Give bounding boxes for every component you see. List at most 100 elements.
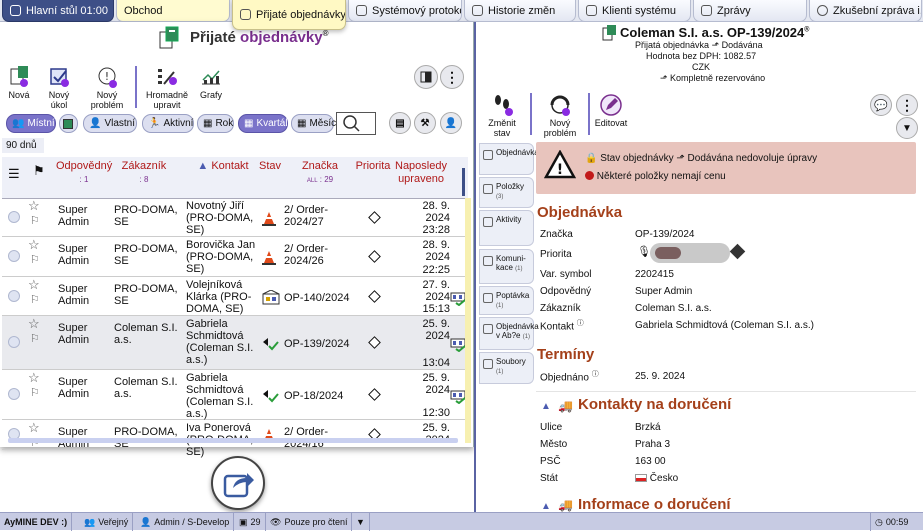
filter-month[interactable]: ▦ Měsíc (291, 114, 336, 133)
search-icon (817, 5, 828, 16)
order-state: Dodávána (721, 40, 763, 50)
table-row[interactable]: ☆ ⚐ Super Admin Coleman S.I. a.s. Gabriela S… (2, 370, 468, 420)
tab-test-message[interactable]: Zkušební zpráva i... (809, 0, 922, 22)
flag-icon[interactable]: ⚐ (30, 333, 40, 345)
value-contact[interactable]: Gabriela Schmidtová (Coleman S.I. a.s.) (635, 320, 814, 331)
filter-funnel-button[interactable]: ▼ (896, 117, 918, 139)
flag-icon[interactable]: ⚐ (30, 294, 40, 306)
more-menu-button[interactable]: ⋮ (440, 65, 464, 89)
row-select-dot[interactable] (8, 336, 20, 348)
tools-button[interactable]: ⚒ (414, 112, 436, 134)
row-mark[interactable]: 2/ Order-2024/27 (284, 204, 356, 228)
flag-icon[interactable]: ⚐ (30, 387, 40, 399)
bulk-edit-button[interactable]: Hromadně upravit (144, 66, 190, 110)
row-mark[interactable]: OP-140/2024 (284, 292, 356, 304)
column-state[interactable]: Stav (257, 160, 283, 173)
side-tab-count: (1) (522, 334, 531, 340)
row-select-dot[interactable] (8, 250, 20, 262)
row-select-dot[interactable] (8, 290, 20, 302)
change-state-button[interactable]: Změnit stav (480, 94, 524, 138)
side-tab[interactable]: Objednávka (479, 143, 539, 175)
value-customer[interactable]: Coleman S.I. a.s. (635, 303, 712, 314)
row-select-dot[interactable] (8, 211, 20, 223)
column-owner[interactable]: Odpovědný: 1 (56, 160, 112, 186)
collapse-contacts-icon[interactable]: ▲ (541, 401, 551, 412)
visibility-status[interactable]: 👥 Veřejný (80, 513, 134, 531)
tab-change-history[interactable]: Historie změn (464, 0, 576, 22)
star-icon[interactable]: ☆ (28, 238, 40, 251)
row-select-dot[interactable] (8, 388, 20, 400)
filter-active[interactable]: 🏃 Aktivní (142, 114, 194, 133)
checklist-icon[interactable]: ☰ (8, 166, 20, 182)
row-mark[interactable]: 2/ Order-2024/26 (284, 243, 356, 267)
scrollbar-track[interactable] (465, 198, 471, 443)
flag-icon[interactable]: ⚐ (30, 215, 40, 227)
horizontal-scrollbar[interactable] (8, 438, 458, 443)
value-zip: 163 00 (635, 456, 666, 467)
lock-icon: 🔒 (585, 153, 601, 164)
detail-more-button[interactable]: ⋮ (896, 94, 918, 116)
edit-button[interactable]: Editovat (593, 94, 629, 128)
star-icon[interactable]: ☆ (28, 421, 40, 434)
count-status[interactable]: ▣ 29 (235, 513, 266, 531)
tab-messages[interactable]: Zprávy (693, 0, 807, 22)
priority-slider[interactable] (650, 243, 730, 263)
chat-button[interactable]: 💬 (870, 94, 892, 116)
user-status[interactable]: 👤 Admin / S-Develop (136, 513, 235, 531)
warning-prices-text: Některé položky nemají cenu (596, 171, 726, 182)
column-updated[interactable]: Naposledy upraveno (393, 160, 449, 186)
row-mark[interactable]: OP-139/2024 (284, 338, 356, 350)
side-tab[interactable]: Aktivity (479, 210, 534, 246)
side-tab[interactable]: Položky (3) (479, 177, 534, 208)
tab-system-clients[interactable]: Klienti systému (578, 0, 691, 22)
table-row[interactable]: ☆ ⚐ Super Admin PRO-DOMA, SE Volejníková Klá… (2, 277, 468, 316)
column-contact[interactable]: ▲ Kontakt (192, 160, 254, 173)
tab-trade[interactable]: Obchod (116, 0, 230, 22)
tab-main-desk[interactable]: Hlavní stůl 01:00 (2, 0, 114, 22)
column-priority[interactable]: Priorita (353, 160, 393, 173)
side-tab[interactable]: Poptávka (1) (479, 286, 534, 315)
delivery-truck-icon: 🚚 (558, 498, 573, 512)
table-row[interactable]: ☆ ⚐ Super Admin PRO-DOMA, SE Borovička Jan (… (2, 237, 468, 277)
person-icon: 👤 (140, 516, 152, 527)
row-mark[interactable]: OP-18/2024 (284, 390, 356, 402)
column-customer[interactable]: Zákazník: 8 (118, 160, 170, 186)
tab-system-log[interactable]: Systémový protokol (348, 0, 462, 22)
row-customer: PRO-DOMA, SE (114, 204, 178, 228)
star-icon[interactable]: ☆ (28, 371, 40, 384)
new-task-button[interactable]: Nový úkol (40, 66, 78, 110)
star-icon[interactable]: ☆ (28, 199, 40, 212)
table-row[interactable]: ☆ ⚐ Super Admin Coleman S.I. a.s. Gabriela S… (2, 316, 468, 370)
column-mark[interactable]: Značka ALL : 29 (290, 160, 350, 188)
tab-received-orders[interactable]: Přijaté objednávky (232, 0, 346, 30)
readonly-status[interactable]: 👁 Pouze pro čtení (266, 513, 353, 531)
collapse-delivery-icon[interactable]: ▲ (541, 501, 551, 512)
side-tab[interactable]: Soubory (1) (479, 352, 534, 384)
new-button[interactable]: Nová (4, 66, 34, 100)
new-problem-button[interactable]: ! Nový problém (86, 66, 128, 110)
search-input[interactable] (336, 112, 376, 135)
filter-own[interactable]: 👤 Vlastní (83, 114, 137, 133)
users-button[interactable]: 👤 (440, 112, 462, 134)
table-row[interactable]: ☆⚐Super AdminPRO-DOMA, SEIva Ponerová (P… (2, 420, 468, 458)
sort-asc-icon: ▲ (197, 160, 212, 172)
filter-status[interactable]: ▼ (352, 513, 370, 531)
share-button[interactable] (211, 456, 265, 510)
filter-square[interactable] (59, 114, 78, 133)
filter-local[interactable]: 👥 Místní (6, 114, 56, 133)
side-tab[interactable]: Komuni-kace (1) (479, 249, 534, 284)
label-owner: Odpovědný (540, 286, 592, 297)
export-button[interactable]: ▤ (389, 112, 411, 134)
star-icon[interactable]: ☆ (28, 278, 40, 291)
charts-button[interactable]: Grafy (196, 66, 226, 100)
table-row[interactable]: ☆ ⚐ Super Admin PRO-DOMA, SE Novotný Jiří (P… (2, 198, 468, 237)
view-columns-button[interactable] (414, 65, 438, 89)
new-problem-button-detail[interactable]: Nový problém (539, 94, 581, 138)
row-customer: PRO-DOMA, SE (114, 243, 178, 267)
filter-year[interactable]: ▦ Rok (197, 114, 234, 133)
side-tab[interactable]: Objednávka v Ab?e (1) (479, 317, 539, 350)
filter-quarter[interactable]: ▦ Kvartál (238, 114, 288, 133)
star-icon[interactable]: ☆ (28, 317, 40, 330)
priority-slider-thumb[interactable] (655, 247, 681, 259)
flag-icon[interactable]: ⚐ (30, 254, 40, 266)
